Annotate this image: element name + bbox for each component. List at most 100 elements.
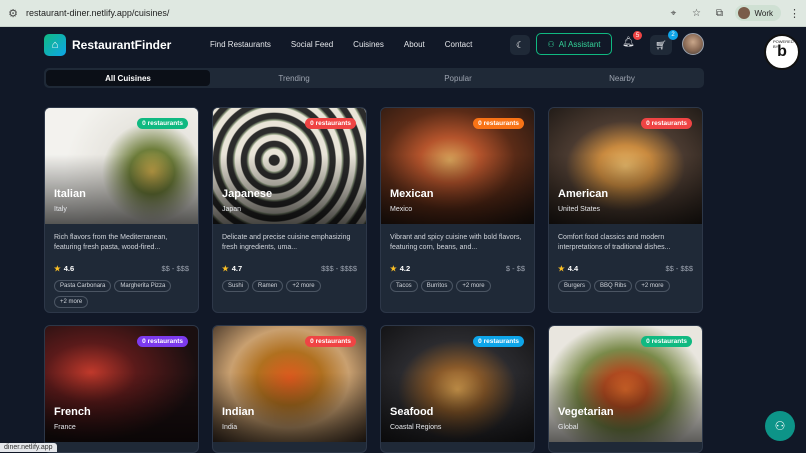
cuisine-image: 0 restaurants Mexican Mexico (381, 108, 534, 224)
dish-tag: Burritos (420, 280, 454, 292)
nav-social-feed[interactable]: Social Feed (291, 40, 333, 49)
tab-popular[interactable]: Popular (376, 68, 540, 88)
cuisine-card-vegetarian[interactable]: 0 restaurants Vegetarian Global (548, 325, 703, 453)
cuisine-image: 0 restaurants American United States (549, 108, 702, 224)
more-tags: +2 more (286, 280, 321, 292)
chat-assistant-icon[interactable]: ⚇ (765, 411, 795, 441)
restaurant-count-badge: 0 restaurants (641, 118, 692, 129)
cuisine-card-french[interactable]: 0 restaurants French France (44, 325, 199, 453)
cuisine-image: 0 restaurants Japanese Japan (213, 108, 366, 224)
dish-tag: Margherita Pizza (114, 280, 172, 292)
cuisine-description: Comfort food classics and modern interpr… (558, 234, 671, 251)
restaurant-count-badge: 0 restaurants (137, 336, 188, 347)
logo-icon[interactable]: ⌂ (44, 34, 66, 56)
robot-icon: ⚇ (547, 39, 555, 49)
cuisine-name: French (54, 406, 91, 418)
dish-tag: BBQ Ribs (594, 280, 633, 292)
tab-nearby[interactable]: Nearby (540, 68, 704, 88)
ai-assistant-button[interactable]: ⚇ AI Assistant (536, 33, 612, 55)
notifications-badge: 5 (633, 31, 642, 40)
dish-tag: Tacos (390, 280, 418, 292)
rating: ★ 4.2 (390, 264, 411, 273)
cuisine-card-mexican[interactable]: 0 restaurants Mexican Mexico Vibrant and… (380, 107, 535, 313)
restaurant-count-badge: 0 restaurants (473, 118, 524, 129)
rating: ★ 4.4 (558, 264, 579, 273)
cuisine-region: India (222, 424, 238, 431)
price-range: $$ - $$$ (665, 264, 693, 273)
more-tags: +2 more (456, 280, 491, 292)
address-bar[interactable]: restaurant-diner.netlify.app/cuisines/ (26, 8, 656, 18)
dish-tag: Ramen (252, 280, 284, 292)
restaurant-count-badge: 0 restaurants (305, 118, 356, 129)
profile-avatar (738, 7, 751, 19)
price-range: $$ - $$$ (161, 264, 189, 273)
theme-toggle-moon-icon[interactable]: ☾ (510, 35, 530, 55)
cuisine-name: American (558, 188, 609, 200)
site-settings-icon[interactable]: ⚙ (6, 6, 20, 20)
star-icon: ★ (390, 264, 397, 273)
tab-all-cuisines[interactable]: All Cuisines (46, 70, 210, 86)
cuisine-description: Delicate and precise cuisine emphasizing… (222, 234, 351, 251)
cuisine-description: Vibrant and spicy cuisine with bold flav… (390, 234, 522, 251)
cuisine-region: France (54, 424, 76, 431)
dish-tag: Burgers (558, 280, 592, 292)
cuisine-region: Global (558, 424, 579, 431)
brand-name[interactable]: RestaurantFinder (72, 38, 171, 52)
cuisine-name: Mexican (390, 188, 434, 200)
powered-by-bolt-badge[interactable]: POWERED BY b (764, 34, 800, 70)
cuisine-card-italian[interactable]: 0 restaurants Italian Italy Rich flavors… (44, 107, 199, 313)
profile-button[interactable]: Work (735, 5, 781, 21)
cuisine-image: 0 restaurants French France (45, 326, 198, 442)
price-range: $$$ - $$$$ (321, 264, 357, 273)
cuisine-image: 0 restaurants Italian Italy (45, 108, 198, 224)
rating: ★ 4.6 (54, 264, 75, 273)
location-icon[interactable]: ⌖ (667, 8, 679, 19)
bookmark-star-icon[interactable]: ☆ (690, 8, 702, 19)
user-avatar[interactable] (682, 33, 704, 55)
cuisine-tabs: All Cuisines Trending Popular Nearby (44, 68, 704, 88)
cuisine-card-american[interactable]: 0 restaurants American United States Com… (548, 107, 703, 313)
nav-about[interactable]: About (404, 40, 425, 49)
main-nav: Find Restaurants Social Feed Cuisines Ab… (210, 40, 492, 49)
dish-tag: Sushi (222, 280, 250, 292)
nav-contact[interactable]: Contact (445, 40, 473, 49)
cuisine-card-japanese[interactable]: 0 restaurants Japanese Japan Delicate an… (212, 107, 367, 313)
cuisine-description: Rich flavors from the Mediterranean, fea… (54, 234, 168, 251)
extensions-icon[interactable]: ⧉ (713, 8, 725, 19)
profile-label: Work (754, 8, 773, 18)
ai-assistant-label: AI Assistant (558, 39, 601, 49)
nav-cuisines[interactable]: Cuisines (353, 40, 384, 49)
cuisine-name: Japanese (222, 188, 273, 200)
cuisine-name: Indian (222, 406, 255, 418)
restaurant-count-badge: 0 restaurants (305, 336, 356, 347)
cuisine-name: Seafood (390, 406, 434, 418)
more-tags: +2 more (635, 280, 670, 292)
browser-menu-icon[interactable]: ⋮ (789, 7, 800, 20)
cart-badge: 2 (668, 30, 678, 40)
browser-toolbar: ⚙ restaurant-diner.netlify.app/cuisines/… (0, 0, 806, 27)
cuisine-region: Coastal Regions (390, 424, 442, 431)
star-icon: ★ (222, 264, 229, 273)
cuisine-image: 0 restaurants Seafood Coastal Regions (381, 326, 534, 442)
cuisine-region: Mexico (390, 206, 413, 213)
dish-tag: Pasta Carbonara (54, 280, 112, 292)
cuisine-card-seafood[interactable]: 0 restaurants Seafood Coastal Regions (380, 325, 535, 453)
cuisine-image: 0 restaurants Indian India (213, 326, 366, 442)
nav-find-restaurants[interactable]: Find Restaurants (210, 40, 271, 49)
cuisine-image: 0 restaurants Vegetarian Global (549, 326, 702, 442)
restaurant-count-badge: 0 restaurants (137, 118, 188, 129)
cart-icon[interactable]: 🛒︎ 2 (650, 30, 678, 55)
cuisine-name: Vegetarian (558, 406, 614, 418)
restaurant-count-badge: 0 restaurants (473, 336, 524, 347)
notifications-bell-icon[interactable]: 🔔︎ 5 (622, 31, 642, 48)
tab-trending[interactable]: Trending (212, 68, 376, 88)
price-range: $ - $$ (505, 264, 525, 273)
more-tags: +2 more (54, 296, 89, 308)
cuisine-name: Italian (54, 188, 86, 200)
cuisine-region: Italy (54, 206, 67, 213)
cuisine-card-indian[interactable]: 0 restaurants Indian India (212, 325, 367, 453)
rating: ★ 4.7 (222, 264, 243, 273)
status-bar-url: diner.netlify.app (0, 443, 57, 452)
star-icon: ★ (558, 264, 565, 273)
cuisine-region: United States (558, 206, 601, 213)
